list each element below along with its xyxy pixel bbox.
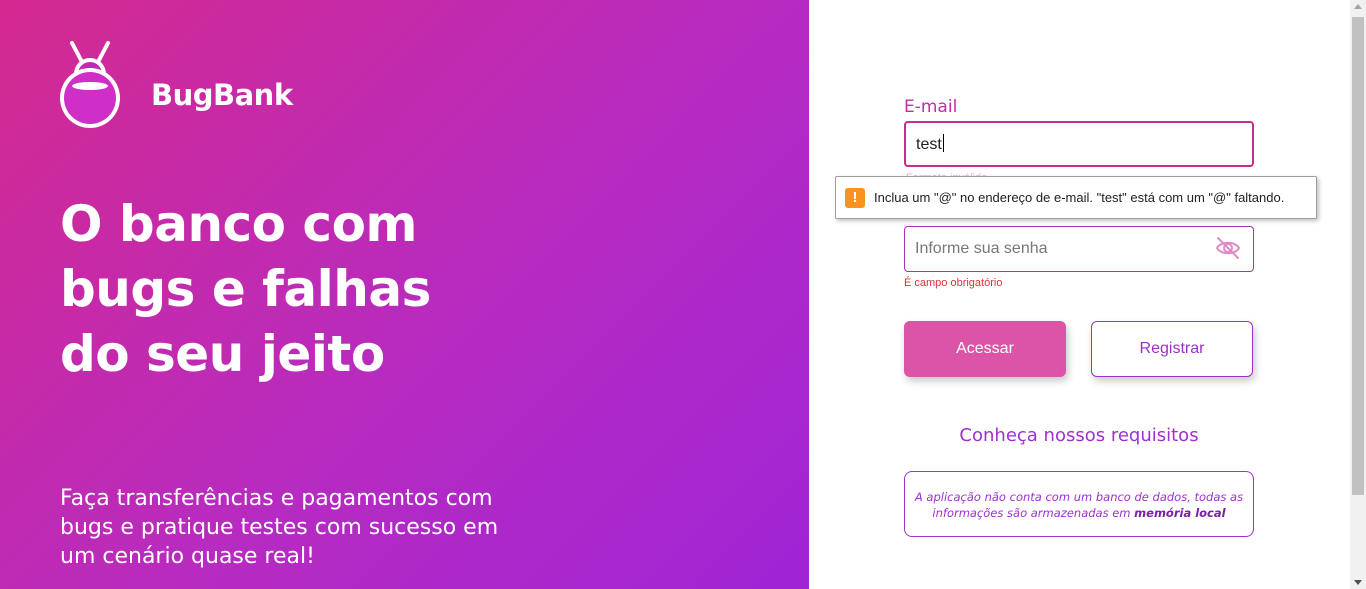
register-button[interactable]: Registrar xyxy=(1091,321,1253,377)
bug-icon xyxy=(60,41,120,128)
email-input[interactable]: test xyxy=(904,121,1254,167)
email-label: E-mail xyxy=(904,97,958,117)
scroll-thumb[interactable] xyxy=(1352,17,1364,495)
brand-name: BugBank xyxy=(151,78,293,112)
subtext-line: Faça transferências e pagamentos com xyxy=(60,486,493,511)
tooltip-message: Inclua um "@" no endereço de e-mail. "te… xyxy=(874,190,1285,205)
info-bold: memória local xyxy=(1134,506,1226,520)
warning-icon: ! xyxy=(845,187,865,208)
validation-tooltip: ! Inclua um "@" no endereço de e-mail. "… xyxy=(835,176,1317,219)
password-input[interactable]: Informe sua senha xyxy=(904,226,1254,272)
info-box: A aplicação não conta com um banco de da… xyxy=(904,471,1254,537)
headline-line: bugs e falhas xyxy=(60,260,431,318)
subtext-line: bugs e pratique testes com sucesso em xyxy=(60,515,499,540)
headline-line: do seu jeito xyxy=(60,325,385,383)
scroll-down-arrow-icon[interactable] xyxy=(1354,580,1362,585)
subtext-line: um cenário quase real! xyxy=(60,544,315,569)
hero-panel: BugBank O banco com bugs e falhas do seu… xyxy=(0,0,809,589)
password-error: É campo obrigatório xyxy=(904,277,1003,289)
hero-headline: O banco com bugs e falhas do seu jeito xyxy=(60,192,480,387)
requirements-link[interactable]: Conheça nossos requisitos xyxy=(904,425,1254,446)
headline-line: O banco com xyxy=(60,195,418,253)
eye-off-icon[interactable] xyxy=(1214,235,1242,261)
hero-subtext: Faça transferências e pagamentos com bug… xyxy=(60,484,510,571)
email-input-value: test xyxy=(916,136,942,153)
password-placeholder: Informe sua senha xyxy=(915,240,1048,257)
text-caret xyxy=(942,134,944,152)
access-button[interactable]: Acessar xyxy=(904,321,1066,377)
scroll-up-arrow-icon[interactable] xyxy=(1354,4,1362,9)
scrollbar[interactable] xyxy=(1350,0,1366,589)
